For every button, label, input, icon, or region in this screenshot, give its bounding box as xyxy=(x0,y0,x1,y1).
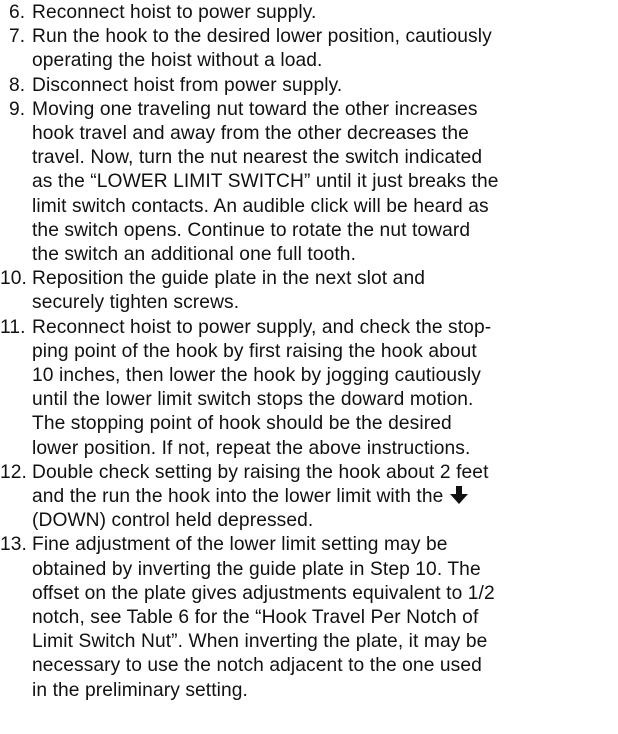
step-line: Run the hook to the desired lower positi… xyxy=(32,26,492,48)
step-line: hook travel and away from the other decr… xyxy=(32,123,469,145)
step-13: 13. Fine adjustment of the lower limit s… xyxy=(0,533,499,702)
step-line: obtained by inverting the guide plate in… xyxy=(32,558,481,580)
step-line-with-icon: and the run the hook into the lower limi… xyxy=(32,485,499,509)
step-number: 10. xyxy=(0,268,27,290)
step-text: Reconnect hoist to power supply. xyxy=(32,2,317,23)
step-line: the switch opens. Continue to rotate the… xyxy=(32,219,471,241)
step-line: until the lower limit switch stops the d… xyxy=(32,389,474,411)
instruction-list: 6. Reconnect hoist to power supply. 7. R… xyxy=(0,1,499,703)
step-number: 12. xyxy=(0,461,27,483)
step-line: Reconnect hoist to power supply, and che… xyxy=(32,316,492,338)
step-line: 10 inches, then lower the hook by joggin… xyxy=(32,365,481,387)
step-line: travel. Now, turn the nut nearest the sw… xyxy=(32,147,483,169)
step-line: as the “LOWER LIMIT SWITCH” until it jus… xyxy=(32,171,499,193)
step-number: 13. xyxy=(0,534,27,556)
step-number: 9. xyxy=(9,98,26,120)
step-line: in the preliminary setting. xyxy=(32,679,248,701)
step-line: the switch an additional one full tooth. xyxy=(32,244,357,266)
step-line: offset on the plate gives adjustments eq… xyxy=(32,582,495,604)
step-9: 9. Moving one traveling nut toward the o… xyxy=(0,98,499,267)
step-number: 6. xyxy=(9,2,26,23)
step-7: 7. Run the hook to the desired lower pos… xyxy=(0,25,499,73)
step-line: necessary to use the notch adjacent to t… xyxy=(32,655,482,677)
step-line: limit switch contacts. An audible click … xyxy=(32,195,489,217)
step-line: Reposition the guide plate in the next s… xyxy=(32,268,425,290)
step-line: Limit Switch Nut”. When inverting the pl… xyxy=(32,631,488,653)
step-11: 11. Reconnect hoist to power supply, and… xyxy=(0,316,499,461)
step-10: 10. Reposition the guide plate in the ne… xyxy=(0,267,499,315)
step-12: 12. Double check setting by raising the … xyxy=(0,461,499,534)
down-arrow-icon xyxy=(449,485,469,505)
step-line: Moving one traveling nut toward the othe… xyxy=(32,98,478,120)
step-number: 8. xyxy=(9,74,26,96)
step-line: Double check setting by raising the hook… xyxy=(32,461,489,483)
step-line: (DOWN) control held depressed. xyxy=(32,510,314,532)
step-number: 7. xyxy=(9,26,26,48)
step-line: The stopping point of hook should be the… xyxy=(32,413,452,435)
step-line-text: and the run the hook into the lower limi… xyxy=(32,486,444,508)
step-line: ping point of the hook by first raising … xyxy=(32,340,477,362)
step-line: operating the hoist without a load. xyxy=(32,50,323,72)
step-line: securely tighten screws. xyxy=(32,292,240,314)
step-line: Fine adjustment of the lower limit setti… xyxy=(32,534,448,556)
step-line: lower position. If not, repeat the above… xyxy=(32,437,471,459)
manual-page: 6. Reconnect hoist to power supply. 7. R… xyxy=(0,0,618,734)
step-6: 6. Reconnect hoist to power supply. xyxy=(0,1,499,25)
step-8: 8. Disconnect hoist from power supply. xyxy=(0,74,499,98)
step-line: notch, see Table 6 for the “Hook Travel … xyxy=(32,607,479,629)
step-text: Disconnect hoist from power supply. xyxy=(32,74,343,96)
step-number: 11. xyxy=(0,316,26,338)
